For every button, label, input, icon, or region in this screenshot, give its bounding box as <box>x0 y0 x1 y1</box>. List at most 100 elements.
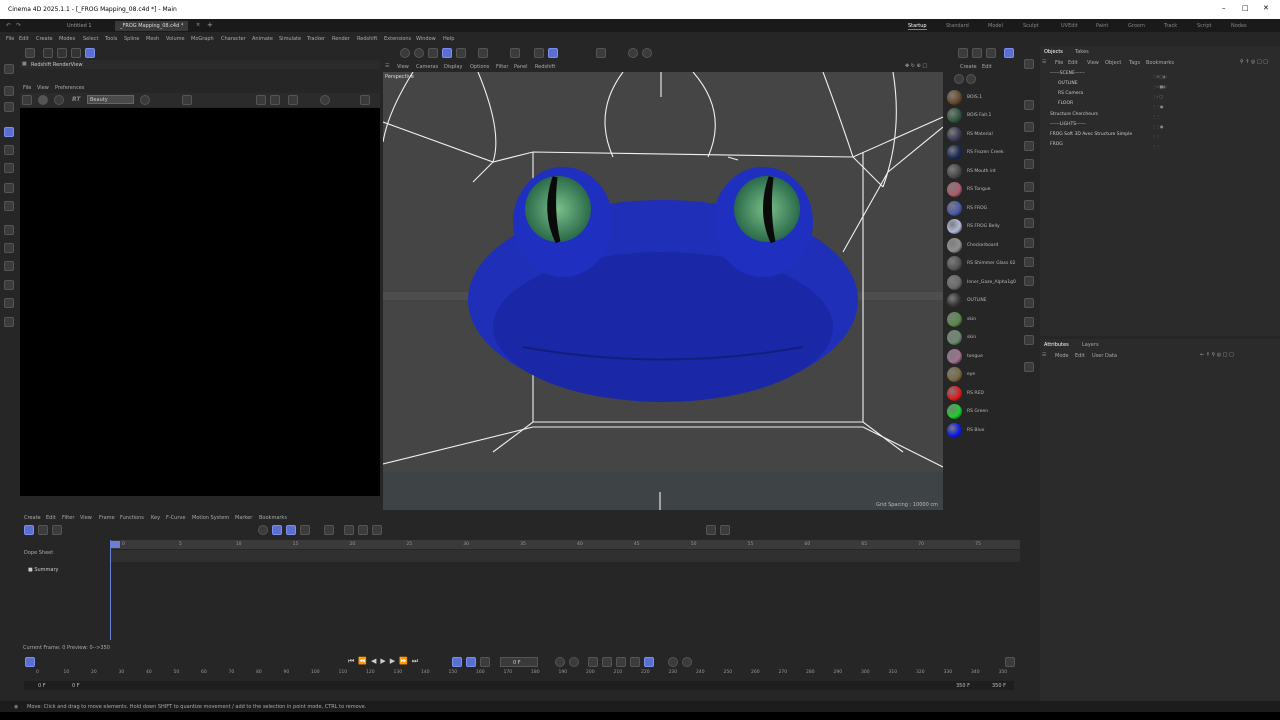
select-icon[interactable] <box>4 102 14 112</box>
text-icon[interactable] <box>1024 159 1034 169</box>
key-filter-icon[interactable] <box>258 525 268 535</box>
tl-menu-filter[interactable]: Filter <box>62 515 74 521</box>
material-item[interactable]: skin <box>946 311 1016 328</box>
material-item[interactable]: RS FROG Belly <box>946 218 1016 235</box>
model-mode-icon[interactable] <box>442 48 452 58</box>
tab-untitled[interactable]: Untitled 1 <box>62 21 97 31</box>
fit-icon[interactable] <box>360 95 370 105</box>
position-key-icon[interactable] <box>588 657 598 667</box>
workspace-sculpt[interactable]: Sculpt <box>1023 23 1039 29</box>
vp-menu-cameras[interactable]: Cameras <box>416 64 438 70</box>
grid-view-icon[interactable] <box>270 95 280 105</box>
axis-x-icon[interactable] <box>43 48 53 58</box>
workspace-uvedit[interactable]: UVEdit <box>1061 23 1078 29</box>
console-icon[interactable] <box>986 48 996 58</box>
rv-menu-view[interactable]: View <box>37 85 49 91</box>
text-key-icon[interactable] <box>286 525 296 535</box>
menu-animate[interactable]: Animate <box>252 36 273 42</box>
render-active-icon[interactable] <box>414 48 424 58</box>
material-item[interactable]: BOIS Fait.1 <box>946 107 1016 124</box>
rv-menu-file[interactable]: File <box>23 85 31 91</box>
menu-tools[interactable]: Tools <box>105 36 117 42</box>
scale-key-icon[interactable] <box>616 657 626 667</box>
motion-mode-icon[interactable] <box>52 525 62 535</box>
marker-add-icon[interactable] <box>706 525 716 535</box>
obj-menu-object[interactable]: Object <box>1105 60 1121 66</box>
undo-icon[interactable]: ↶ <box>6 22 11 29</box>
redo-icon[interactable]: ↷ <box>16 22 21 29</box>
preview-start-value[interactable]: 0 F <box>72 683 80 689</box>
menu-modes[interactable]: Modes <box>59 36 75 42</box>
material-item[interactable]: RS Tongue <box>946 181 1016 198</box>
pen-icon[interactable] <box>4 280 14 290</box>
scale-tool-icon[interactable] <box>4 163 14 173</box>
tl-menu-motion-system[interactable]: Motion System <box>192 515 229 521</box>
light-icon[interactable] <box>1024 335 1034 345</box>
objects-hamburger-icon[interactable]: ☰ <box>1042 59 1046 65</box>
null-object-icon[interactable] <box>1024 100 1034 110</box>
rotate-tool-icon[interactable] <box>4 145 14 155</box>
obj-menu-file[interactable]: File <box>1055 60 1063 66</box>
brush-icon[interactable] <box>4 225 14 235</box>
menu-file[interactable]: File <box>6 36 14 42</box>
key-mode-icon[interactable] <box>569 657 579 667</box>
tab-layers[interactable]: Layers <box>1082 342 1099 348</box>
menu-simulate[interactable]: Simulate <box>279 36 301 42</box>
lock-icon[interactable]: ■ <box>22 61 27 67</box>
workspace-script[interactable]: Script <box>1197 23 1212 29</box>
object-row[interactable]: ------LIGHTS------ <box>1050 122 1086 127</box>
rv-menu-preferences[interactable]: Preferences <box>55 85 84 91</box>
obj-menu-tags[interactable]: Tags <box>1129 60 1140 66</box>
motion-clip-icon[interactable] <box>668 657 678 667</box>
grid-icon[interactable] <box>534 48 544 58</box>
menu-edit[interactable]: Edit <box>19 36 29 42</box>
workspace-model[interactable]: Model <box>988 23 1003 29</box>
pen-tool-icon[interactable] <box>1024 362 1034 372</box>
workspace-track[interactable]: Track <box>1164 23 1177 29</box>
rotation-key-icon[interactable] <box>602 657 612 667</box>
summary-row[interactable]: ■ Summary <box>28 567 59 573</box>
summary-track[interactable] <box>110 550 1020 562</box>
tl-menu-fcurve[interactable]: F-Curve <box>166 515 185 521</box>
tl-menu-create[interactable]: Create <box>24 515 41 521</box>
material-item[interactable]: OUTLINE <box>946 292 1016 309</box>
loop-icon[interactable] <box>452 657 462 667</box>
close-tab-icon[interactable]: × <box>196 22 200 28</box>
pla-key-icon[interactable] <box>644 657 654 667</box>
material-item[interactable]: RS Blue <box>946 422 1016 439</box>
tab-takes[interactable]: Takes <box>1075 49 1089 55</box>
menu-character[interactable]: Character <box>221 36 246 42</box>
objects-search-icon[interactable]: ⚲ ↑ ◎ □ □ <box>1240 59 1268 65</box>
crop-icon[interactable] <box>182 95 192 105</box>
expand-timeline-icon[interactable] <box>1005 657 1015 667</box>
workplane-icon[interactable] <box>548 48 558 58</box>
vp-menu-display[interactable]: Display <box>444 64 462 70</box>
scene-icon[interactable] <box>1024 298 1034 308</box>
render-canvas[interactable] <box>20 108 380 496</box>
field-icon[interactable] <box>1024 276 1034 286</box>
obj-menu-edit[interactable]: Edit <box>1068 60 1078 66</box>
menu-render[interactable]: Render <box>332 36 350 42</box>
bevel-icon[interactable] <box>4 261 14 271</box>
workspace-groom[interactable]: Groom <box>1128 23 1145 29</box>
object-row[interactable]: ------SCENE------ <box>1050 71 1085 76</box>
material-item[interactable]: RS Mouth int <box>946 163 1016 180</box>
dope-sheet-mode-icon[interactable] <box>24 525 34 535</box>
obj-menu-bookmarks[interactable]: Bookmarks <box>1146 60 1174 66</box>
menu-tracker[interactable]: Tracker <box>307 36 325 42</box>
play-icon[interactable] <box>38 95 48 105</box>
render-settings-icon[interactable] <box>428 48 438 58</box>
playhead-handle[interactable] <box>110 541 120 548</box>
spline-icon[interactable] <box>1024 238 1034 248</box>
extrude-icon[interactable] <box>4 243 14 253</box>
camera-icon[interactable] <box>1024 317 1034 327</box>
menu-redshift[interactable]: Redshift <box>357 36 377 42</box>
attr-menu-edit[interactable]: Edit <box>1075 353 1085 359</box>
tl-menu-view[interactable]: View <box>80 515 92 521</box>
material-item[interactable]: RS Material <box>946 126 1016 143</box>
object-row[interactable]: Structure Chercheurs <box>1050 112 1098 117</box>
menu-select[interactable]: Select <box>83 36 98 42</box>
menu-extensions[interactable]: Extensions <box>384 36 411 42</box>
snap-keys-icon[interactable] <box>372 525 382 535</box>
menu-mograph[interactable]: MoGraph <box>191 36 214 42</box>
